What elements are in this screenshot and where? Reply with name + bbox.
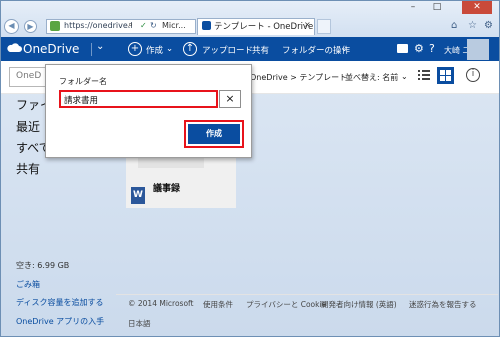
gear-icon[interactable]: ⚙: [484, 20, 493, 31]
star-icon[interactable]: ☆: [468, 20, 477, 31]
plus-icon: +: [128, 42, 142, 56]
avatar[interactable]: [467, 39, 489, 60]
list-view-icon[interactable]: [417, 68, 431, 82]
search-icon[interactable]: ⌕: [128, 20, 133, 30]
forward-icon[interactable]: ▶: [24, 20, 37, 33]
get-app-link[interactable]: OneDrive アプリの入手: [16, 316, 104, 327]
folder-ops-menu[interactable]: フォルダーの操作: [282, 44, 350, 56]
file-name[interactable]: 議事録: [153, 181, 180, 194]
footer-link-report-abuse[interactable]: 迷惑行為を報告する: [409, 299, 477, 310]
folder-name-field[interactable]: [64, 93, 214, 107]
maximize-button[interactable]: □: [428, 1, 446, 14]
info-icon[interactable]: i: [466, 68, 480, 82]
search-placeholder: OneD: [16, 71, 42, 81]
new-tab-button[interactable]: [317, 19, 331, 34]
minimize-button[interactable]: –: [404, 1, 422, 14]
create-menu[interactable]: 作成: [146, 44, 163, 56]
clear-input-button[interactable]: ×: [219, 90, 241, 108]
breadcrumb[interactable]: OneDrive > テンプレート: [250, 72, 347, 83]
word-doc-icon: W: [131, 187, 145, 204]
cloud-icon: [7, 43, 22, 52]
recycle-bin-link[interactable]: ごみ箱: [16, 279, 40, 290]
secure-site-icon: [50, 21, 60, 31]
window-close-button[interactable]: ✕: [462, 1, 492, 14]
grid-view-icon[interactable]: [437, 67, 454, 84]
create-folder-button[interactable]: 作成: [188, 124, 240, 144]
chat-icon[interactable]: [397, 44, 408, 53]
footer-copyright: © 2014 Microsoft: [128, 299, 194, 308]
tab-close-icon[interactable]: ×: [304, 20, 311, 29]
storage-free: 空き: 6.99 GB: [16, 261, 70, 270]
upload-button[interactable]: アップロード: [202, 44, 253, 56]
tab-label: テンプレート - OneDrive: [214, 22, 314, 32]
upload-icon: ↑: [183, 42, 197, 56]
footer-link-developers[interactable]: 開発者向け情報 (英語): [321, 299, 397, 310]
settings-gear-icon[interactable]: ⚙: [414, 42, 424, 55]
sort-dropdown[interactable]: 並べ替え: 名前: [345, 72, 398, 83]
tab-favicon-icon: [202, 21, 211, 30]
help-icon[interactable]: ?: [429, 42, 435, 55]
footer-link-terms[interactable]: 使用条件: [203, 299, 233, 310]
create-chevron-icon: ⌄: [166, 44, 174, 54]
certificate-icon: ✓: [140, 21, 147, 30]
footer-divider: [116, 294, 498, 295]
sidebar-item-recent[interactable]: 最近: [16, 118, 40, 135]
address-url[interactable]: https://onedrive.l: [64, 21, 133, 30]
folder-ops-chevron-icon: ⌄: [341, 44, 349, 54]
sidebar-item-shared[interactable]: 共有: [16, 160, 40, 177]
sort-chevron-icon: ⌄: [401, 72, 408, 81]
share-button[interactable]: 共有: [252, 44, 269, 56]
chevron-down-icon[interactable]: ⌄: [96, 41, 104, 52]
app-bar-divider: [91, 43, 92, 56]
refresh-icon[interactable]: ↻: [150, 21, 157, 30]
brand-title[interactable]: OneDrive: [23, 42, 79, 56]
add-storage-link[interactable]: ディスク容量を追加する: [16, 297, 103, 308]
folder-name-label: フォルダー名: [59, 77, 107, 86]
folder-name-input[interactable]: [59, 90, 218, 108]
home-icon[interactable]: ⌂: [451, 20, 457, 31]
footer-link-privacy[interactable]: プライバシーと Cookie: [246, 299, 326, 310]
footer-language[interactable]: 日本語: [128, 318, 151, 329]
back-icon[interactable]: ◀: [4, 19, 19, 34]
address-extra: Micr...: [162, 21, 186, 30]
